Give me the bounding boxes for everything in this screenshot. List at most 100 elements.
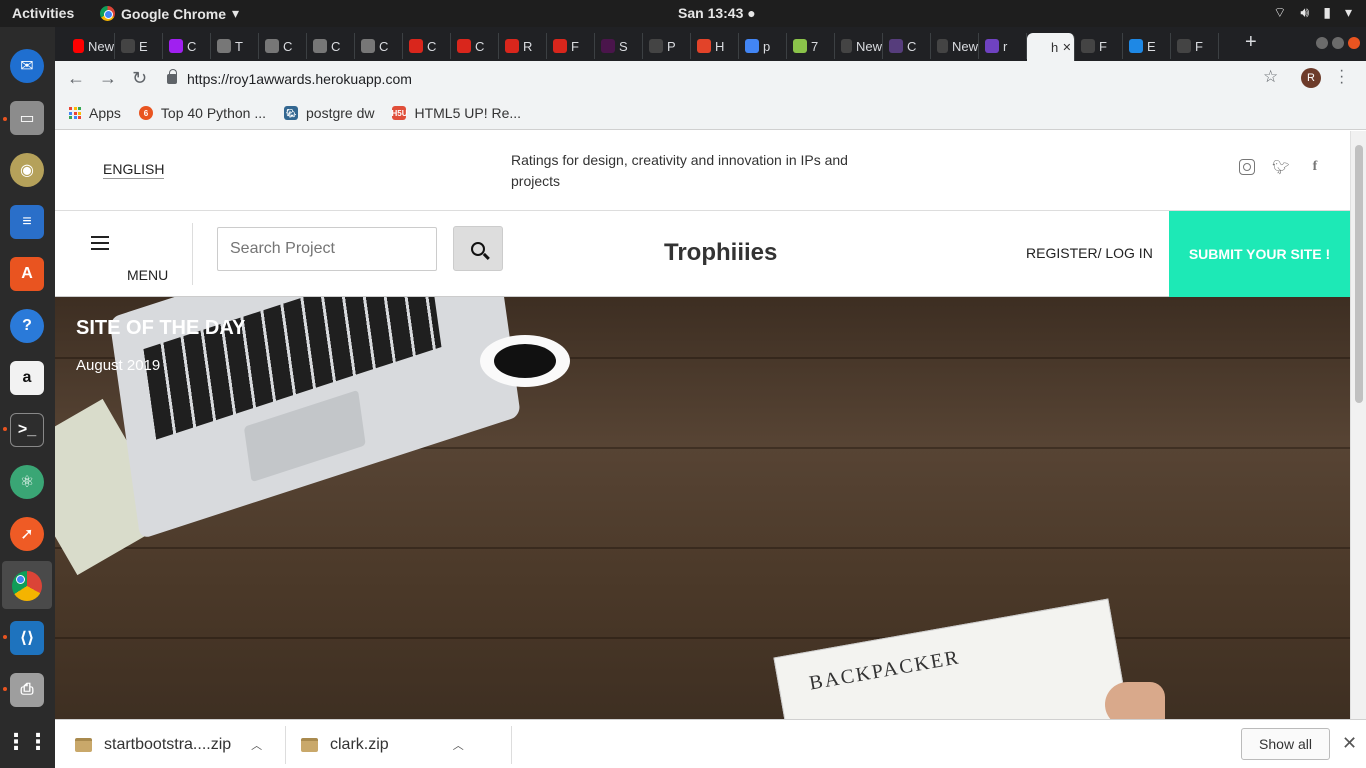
apps-grid-icon	[69, 107, 81, 119]
printer-icon[interactable]: ⎙	[10, 673, 44, 707]
reload-button[interactable]: ↻	[132, 68, 147, 89]
close-tab-icon[interactable]: ✕	[1062, 41, 1071, 54]
atom-icon[interactable]: ⚛	[10, 465, 44, 499]
browser-tab[interactable]: H	[691, 33, 739, 59]
running-indicator	[3, 635, 7, 639]
tab-title: T	[235, 38, 243, 54]
show-all-button[interactable]: Show all	[1241, 728, 1330, 760]
python-site-icon: 6	[138, 106, 153, 120]
browser-tab[interactable]: C	[883, 33, 931, 59]
browser-tab[interactable]: R	[499, 33, 547, 59]
hamburger-menu-icon[interactable]	[91, 236, 109, 254]
address-bar[interactable]: https://roy1awwards.herokuapp.com	[167, 65, 1277, 93]
browser-tab[interactable]: r	[979, 33, 1027, 59]
site-logo[interactable]: Trophiiies	[664, 239, 777, 267]
register-login-link[interactable]: REGISTER/ LOG IN	[1026, 245, 1153, 261]
hero-banner: BACKPACKER SITE OF THE DAY August 2019	[55, 297, 1350, 719]
app-menu[interactable]: Google Chrome ▾	[100, 5, 239, 22]
submit-site-button[interactable]: SUBMIT YOUR SITE !	[1169, 211, 1350, 297]
bookmark-postgres[interactable]: 🐘︎ postgre dw	[284, 105, 374, 121]
thunderbird-icon[interactable]: ✉	[10, 49, 44, 83]
system-tray[interactable]: ⌔ 🔊︎ ▮ ▾	[1273, 4, 1352, 22]
terminal-icon[interactable]: >_	[10, 413, 44, 447]
browser-tab[interactable]: p	[739, 33, 787, 59]
language-selector[interactable]: ENGLISH	[103, 161, 165, 179]
browser-tab[interactable]: C	[403, 33, 451, 59]
search-input[interactable]	[217, 227, 437, 271]
chrome-icon[interactable]	[10, 569, 44, 603]
browser-tab[interactable]: C	[163, 33, 211, 59]
web-page: ENGLISH Ratings for design, creativity a…	[55, 131, 1350, 719]
browser-tab[interactable]: T	[211, 33, 259, 59]
tab-title: C	[907, 38, 917, 54]
browser-tab[interactable]: C	[307, 33, 355, 59]
software-center-icon[interactable]: A	[10, 257, 44, 291]
chrome-icon	[100, 6, 115, 21]
tab-favicon-icon	[217, 39, 231, 53]
postman-icon[interactable]: ➚	[10, 517, 44, 551]
browser-tab[interactable]: F	[547, 33, 595, 59]
back-button[interactable]: ←	[67, 68, 85, 89]
profile-avatar[interactable]: R	[1301, 68, 1321, 88]
download-shelf: startbootstra....zip ︿ clark.zip ︿ Show …	[55, 719, 1366, 768]
close-icon[interactable]: ✕	[1342, 733, 1357, 754]
bookmark-html5up[interactable]: H5U HTML5 UP! Re...	[391, 105, 521, 121]
files-icon[interactable]: ▭	[10, 101, 44, 135]
chrome-menu-icon[interactable]: · · ·	[1339, 63, 1344, 91]
help-icon[interactable]: ?	[10, 309, 44, 343]
facebook-icon[interactable]: f	[1307, 159, 1323, 175]
browser-tab[interactable]: S	[595, 33, 643, 59]
chevron-up-icon[interactable]: ︿	[453, 737, 464, 753]
app-name: Google Chrome	[121, 5, 227, 22]
close-window-button[interactable]	[1348, 37, 1360, 49]
clock[interactable]: San 13:43 ●	[678, 5, 756, 21]
browser-tab[interactable]: New	[67, 33, 115, 59]
tab-favicon-icon	[169, 39, 183, 53]
vscode-icon[interactable]: ⟨⟩	[10, 621, 44, 655]
activities-button[interactable]: Activities	[12, 5, 74, 21]
battery-icon: ▮	[1323, 4, 1331, 20]
download-item[interactable]: startbootstra....zip ︿	[75, 728, 262, 762]
new-tab-button[interactable]: +	[1245, 31, 1257, 54]
browser-tab[interactable]: h ✕	[1027, 33, 1075, 61]
browser-tab[interactable]: F	[1171, 33, 1219, 59]
browser-tab[interactable]: 7	[787, 33, 835, 59]
menu-label[interactable]: MENU	[127, 267, 168, 283]
tab-favicon-icon	[457, 39, 471, 53]
show-applications-icon[interactable]: ⋮⋮	[5, 725, 49, 759]
search-button[interactable]	[453, 226, 503, 271]
amazon-icon[interactable]: a	[10, 361, 44, 395]
browser-tab[interactable]: C	[259, 33, 307, 59]
tab-favicon-icon	[601, 39, 615, 53]
bookmark-star-icon[interactable]: ☆	[1263, 67, 1278, 87]
writer-icon[interactable]: ≡	[10, 205, 44, 239]
tab-title: C	[283, 38, 293, 54]
browser-tab[interactable]: New	[931, 33, 979, 59]
browser-tab[interactable]: C	[451, 33, 499, 59]
browser-tab[interactable]: P	[643, 33, 691, 59]
twitter-icon[interactable]: 🐦︎	[1272, 159, 1290, 175]
forward-button[interactable]: →	[99, 68, 117, 89]
instagram-icon[interactable]	[1239, 159, 1255, 175]
browser-tab[interactable]: F	[1075, 33, 1123, 59]
download-filename: clark.zip	[330, 736, 389, 753]
browser-tab[interactable]: C	[355, 33, 403, 59]
maximize-button[interactable]	[1332, 37, 1344, 49]
browser-tab[interactable]: New	[835, 33, 883, 59]
page-scrollbar[interactable]	[1350, 131, 1366, 719]
tab-favicon-icon	[985, 39, 999, 53]
download-filename: startbootstra....zip	[104, 736, 232, 753]
divider	[511, 726, 512, 764]
bookmark-apps[interactable]: Apps	[69, 105, 121, 121]
scrollbar-thumb[interactable]	[1355, 145, 1363, 403]
tab-favicon-icon	[889, 39, 903, 53]
browser-tab[interactable]: E	[115, 33, 163, 59]
bookmark-python[interactable]: 6 Top 40 Python ...	[138, 105, 266, 121]
download-item[interactable]: clark.zip ︿	[301, 728, 464, 762]
minimize-button[interactable]	[1316, 37, 1328, 49]
browser-tab[interactable]: E	[1123, 33, 1171, 59]
chevron-up-icon[interactable]: ︿	[251, 737, 262, 753]
tab-title: New	[87, 38, 114, 54]
search-icon	[471, 241, 485, 256]
rhythmbox-icon[interactable]: ◉	[10, 153, 44, 187]
